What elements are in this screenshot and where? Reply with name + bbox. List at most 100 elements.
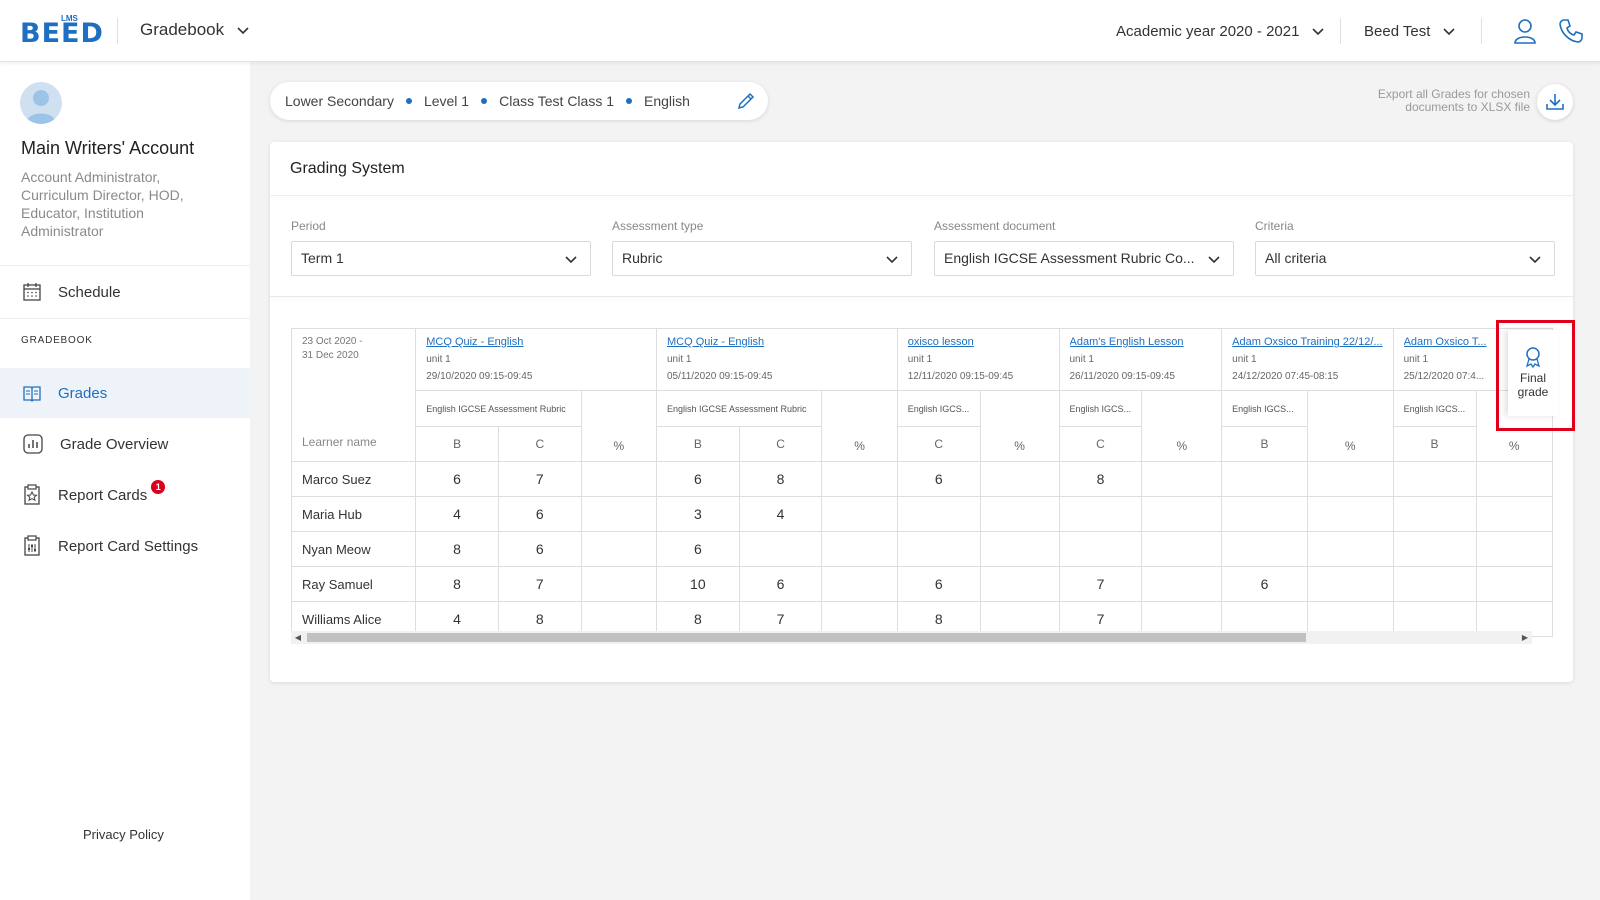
grade-cell[interactable]: 6: [655, 531, 740, 567]
grade-cell[interactable]: 4: [415, 496, 499, 532]
edit-pencil-icon[interactable]: [736, 91, 756, 111]
scroll-thumb[interactable]: [307, 633, 1306, 642]
grade-cell[interactable]: [738, 531, 823, 567]
logo[interactable]: LMS BEED: [0, 0, 110, 62]
document-link[interactable]: oxisco lesson: [908, 334, 1049, 351]
period-select[interactable]: Term 1: [291, 241, 591, 276]
grade-cell[interactable]: 4: [738, 496, 823, 532]
grade-cell[interactable]: [1058, 531, 1143, 567]
grade-cell[interactable]: [1221, 461, 1308, 497]
academic-year-label: Academic year 2020 - 2021: [1116, 22, 1300, 40]
grade-cell[interactable]: [896, 496, 981, 532]
grade-cell[interactable]: [1392, 531, 1477, 567]
app-switcher[interactable]: Gradebook: [140, 20, 252, 40]
grade-cell[interactable]: [580, 566, 657, 602]
grade-cell[interactable]: [821, 531, 898, 567]
grade-cell[interactable]: [1221, 531, 1308, 567]
document-link[interactable]: MCQ Quiz - English: [667, 334, 887, 351]
breadcrumb-item: Level 1: [423, 93, 470, 109]
grade-cell[interactable]: [1306, 461, 1394, 497]
user-profile-icon[interactable]: [1511, 17, 1539, 45]
grade-cell[interactable]: 6: [415, 461, 499, 497]
grade-cell[interactable]: 10: [655, 566, 740, 602]
grade-cell[interactable]: [580, 461, 657, 497]
final-grade-label: Final: [1519, 371, 1546, 385]
grade-cell[interactable]: 8: [1058, 461, 1143, 497]
grade-cell[interactable]: [1475, 461, 1553, 497]
grade-cell[interactable]: [1141, 461, 1223, 497]
scroll-right-arrow-icon[interactable]: ▶: [1518, 631, 1532, 644]
grade-cell[interactable]: 6: [738, 566, 823, 602]
grade-cell[interactable]: 8: [415, 531, 499, 567]
document-link[interactable]: MCQ Quiz - English: [426, 334, 646, 351]
document-header: MCQ Quiz - English unit 1 29/10/2020 09:…: [415, 328, 657, 391]
sidebar-item-schedule[interactable]: Schedule: [0, 267, 250, 317]
criterion-header: B: [415, 426, 499, 462]
user-select[interactable]: Beed Test: [1364, 22, 1458, 40]
chevron-down-icon: [1208, 256, 1220, 264]
grade-cell[interactable]: 7: [1058, 566, 1143, 602]
grade-cell[interactable]: [896, 531, 981, 567]
assessment-type-select[interactable]: Rubric: [612, 241, 912, 276]
criteria-select[interactable]: All criteria: [1255, 241, 1555, 276]
grade-cell[interactable]: [580, 496, 657, 532]
sidebar: Main Writers' Account Account Administra…: [0, 62, 250, 900]
grade-cell[interactable]: 3: [655, 496, 740, 532]
sidebar-item-grade-overview[interactable]: Grade Overview: [0, 419, 250, 469]
scroll-left-arrow-icon[interactable]: ◀: [291, 631, 305, 644]
grade-cell[interactable]: [1475, 566, 1553, 602]
grade-cell[interactable]: 7: [497, 566, 582, 602]
grade-cell[interactable]: 6: [896, 566, 981, 602]
grade-cell[interactable]: 6: [1221, 566, 1308, 602]
filter-label: Criteria: [1255, 219, 1294, 233]
learner-name-header: Learner name: [302, 435, 377, 449]
document-link[interactable]: Adam's English Lesson: [1070, 334, 1212, 351]
grade-cell[interactable]: [979, 461, 1060, 497]
grade-cell[interactable]: [1475, 496, 1553, 532]
grade-cell[interactable]: [1306, 566, 1394, 602]
assessment-document-select[interactable]: English IGCSE Assessment Rubric Co...: [934, 241, 1234, 276]
sidebar-item-report-cards[interactable]: Report Cards 1: [0, 470, 250, 520]
grade-cell[interactable]: [1221, 496, 1308, 532]
final-grade-button[interactable]: Final grade: [1508, 330, 1558, 416]
avatar[interactable]: [20, 82, 62, 124]
filter-label: Assessment document: [934, 219, 1056, 233]
grade-cell[interactable]: 7: [497, 461, 582, 497]
sidebar-item-report-card-settings[interactable]: Report Card Settings: [0, 521, 250, 571]
export-xlsx-button[interactable]: [1537, 84, 1573, 120]
document-header: Adam Oxsico Training 22/12/... unit 1 24…: [1221, 328, 1394, 391]
grade-cell[interactable]: [1306, 496, 1394, 532]
grade-cell[interactable]: [821, 461, 898, 497]
grade-cell[interactable]: 6: [896, 461, 981, 497]
grade-cell[interactable]: 8: [738, 461, 823, 497]
grade-cell[interactable]: [979, 531, 1060, 567]
grade-cell[interactable]: 6: [497, 496, 582, 532]
grade-cell[interactable]: [821, 566, 898, 602]
grade-cell[interactable]: [821, 496, 898, 532]
horizontal-scrollbar[interactable]: ◀ ▶: [291, 631, 1532, 644]
grade-cell[interactable]: 8: [415, 566, 499, 602]
grade-cell[interactable]: [1392, 461, 1477, 497]
grade-cell[interactable]: [979, 496, 1060, 532]
grades-table: 23 Oct 2020 - 31 Dec 2020 Learner name M…: [291, 328, 1553, 637]
grade-cell[interactable]: [1141, 496, 1223, 532]
academic-year-select[interactable]: Academic year 2020 - 2021: [1116, 22, 1327, 40]
document-link[interactable]: Adam Oxsico Training 22/12/...: [1232, 334, 1382, 351]
learner-name: Maria Hub: [291, 496, 417, 532]
grade-cell[interactable]: [580, 531, 657, 567]
sidebar-item-grades[interactable]: Grades: [0, 368, 250, 418]
grade-cell[interactable]: [1141, 566, 1223, 602]
grade-cell[interactable]: [1058, 496, 1143, 532]
privacy-policy-link[interactable]: Privacy Policy: [83, 827, 164, 842]
grade-cell[interactable]: [1475, 531, 1553, 567]
grade-cell[interactable]: [1392, 496, 1477, 532]
grade-cell[interactable]: [1392, 566, 1477, 602]
account-roles: Account Administrator, Curriculum Direct…: [21, 169, 184, 239]
phone-icon[interactable]: [1557, 17, 1585, 45]
grade-cell[interactable]: [1306, 531, 1394, 567]
filter-label: Period: [291, 219, 326, 233]
grade-cell[interactable]: 6: [655, 461, 740, 497]
grade-cell[interactable]: [979, 566, 1060, 602]
grade-cell[interactable]: 6: [497, 531, 582, 567]
grade-cell[interactable]: [1141, 531, 1223, 567]
